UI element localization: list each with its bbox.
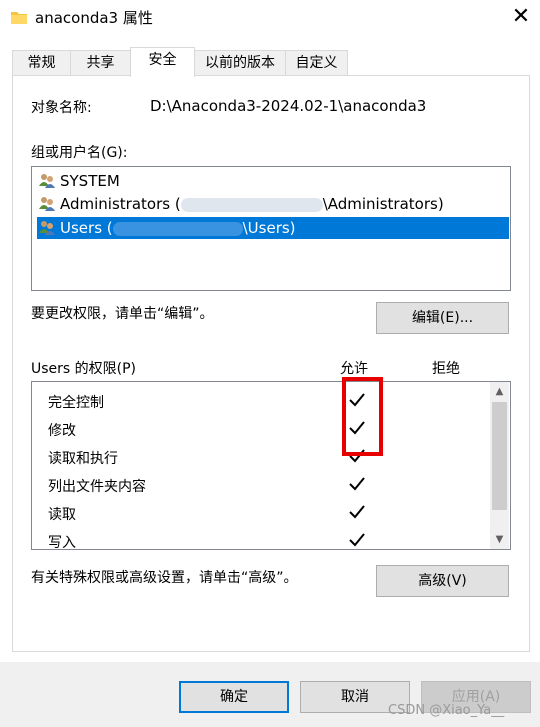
user-list[interactable]: SYSTEM Administrators (\Administrators) … [31, 166, 511, 291]
advanced-button[interactable]: 高级(V) [376, 565, 509, 597]
close-icon[interactable]: ✕ [506, 2, 536, 32]
permissions-label: Users 的权限(P) [31, 361, 137, 377]
edit-hint: 要更改权限，请单击“编辑”。 [31, 306, 214, 322]
check-icon [349, 505, 365, 519]
user-group-icon [39, 221, 55, 235]
permission-row: 修改 [48, 420, 76, 440]
permission-row: 列出文件夹内容 [48, 476, 146, 496]
tab-label: 安全 [148, 52, 177, 68]
permission-row: 读取和执行 [48, 448, 118, 468]
permission-name: 读取和执行 [48, 451, 118, 467]
tab-label: 共享 [86, 55, 115, 71]
vertical-scrollbar[interactable]: ▲ ▼ [490, 382, 509, 549]
permissions-list[interactable]: 完全控制 修改 读取和执行 列出文件夹内容 读取 写入 ▲ ▼ [31, 381, 511, 550]
permission-name: 完全控制 [48, 395, 104, 411]
ok-button[interactable]: 确定 [179, 681, 289, 713]
advanced-hint: 有关特殊权限或高级设置，请单击“高级”。 [31, 570, 298, 586]
object-name-label: 对象名称: [31, 100, 92, 116]
scroll-up-icon[interactable]: ▲ [490, 382, 509, 401]
user-name: SYSTEM [60, 172, 120, 190]
tab-security[interactable]: 安全 [130, 47, 195, 77]
tab-label: 自定义 [295, 55, 338, 71]
object-name-value: D:\Anaconda3-2024.02-1\anaconda3 [150, 97, 427, 115]
check-icon [349, 533, 365, 547]
annotation-highlight-box [342, 377, 383, 456]
check-icon [349, 477, 365, 491]
permission-row: 读取 [48, 504, 76, 524]
tab-customize[interactable]: 自定义 [285, 50, 348, 75]
permission-name: 读取 [48, 507, 76, 523]
permission-name: 列出文件夹内容 [48, 479, 146, 495]
allow-header: 允许 [340, 361, 368, 377]
tab-label: 常规 [27, 55, 56, 71]
permission-name: 修改 [48, 423, 76, 439]
list-item-selected[interactable]: Users ( \Users) [37, 217, 509, 239]
redacted-blur [180, 197, 323, 212]
scroll-thumb[interactable] [492, 402, 507, 510]
folder-icon [11, 12, 27, 24]
tab-general[interactable]: 常规 [12, 50, 71, 75]
user-name-suffix: \Users) [242, 219, 296, 237]
user-name: Users ( [60, 219, 113, 237]
window-title: anaconda3 属性 [35, 9, 153, 27]
edit-button[interactable]: 编辑(E)... [376, 302, 509, 334]
title-bar: anaconda3 属性 ✕ [0, 0, 540, 36]
deny-header: 拒绝 [432, 361, 460, 377]
user-group-icon [39, 197, 55, 211]
redacted-blur [112, 221, 243, 236]
watermark: CSDN @Xiao_Ya__ [388, 703, 505, 718]
permission-row: 写入 [48, 532, 76, 550]
list-item[interactable]: SYSTEM [37, 170, 509, 192]
list-item[interactable]: Administrators ( \Administrators) [37, 193, 509, 215]
permission-row: 完全控制 [48, 392, 104, 412]
permission-name: 写入 [48, 535, 76, 550]
user-name: Administrators ( [60, 195, 181, 213]
scroll-down-icon[interactable]: ▼ [490, 530, 509, 549]
user-name-suffix: \Administrators) [322, 195, 444, 213]
group-label: 组或用户名(G): [31, 145, 128, 161]
tab-label: 以前的版本 [205, 55, 275, 71]
tab-sharing[interactable]: 共享 [70, 50, 131, 75]
user-group-icon [39, 174, 55, 188]
tab-previous-versions[interactable]: 以前的版本 [194, 50, 286, 75]
